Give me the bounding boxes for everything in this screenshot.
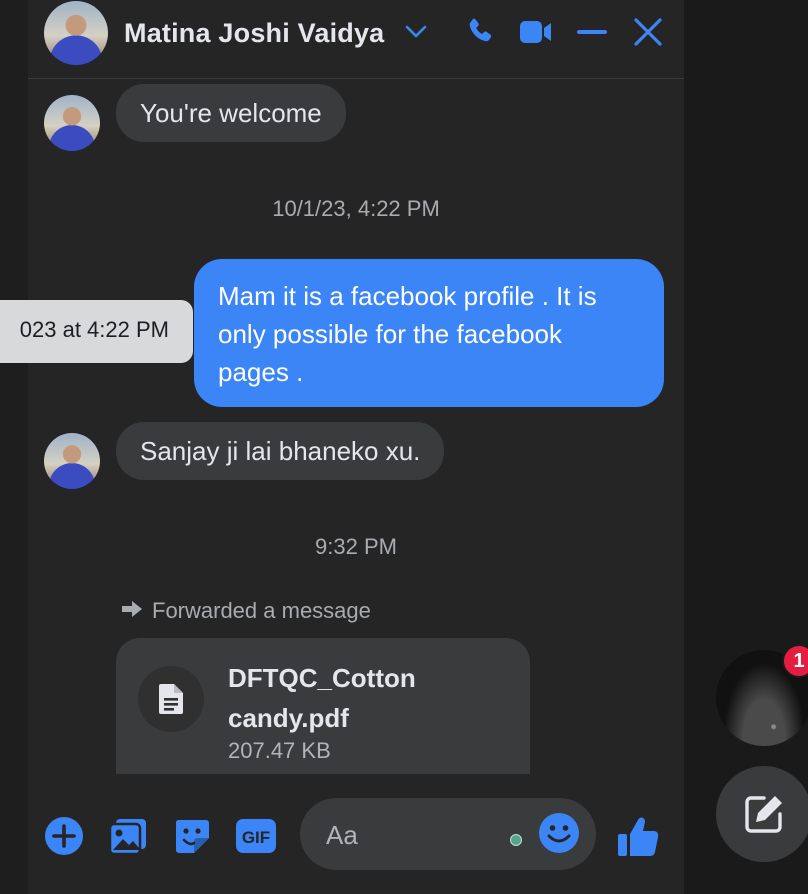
close-icon[interactable] [630, 14, 666, 50]
background-left [0, 0, 28, 894]
file-size: 207.47 KB [228, 738, 331, 763]
compose-icon [745, 796, 782, 833]
message-input-box[interactable] [300, 798, 596, 870]
unread-badge: 1 [782, 644, 808, 678]
chat-header: Matina Joshi Vaidya [28, 0, 684, 79]
forwarded-label: Forwarded a message [120, 598, 371, 624]
contact-avatar[interactable] [44, 1, 108, 65]
svg-text:GIF: GIF [242, 828, 270, 847]
emoji-icon[interactable] [538, 812, 580, 854]
plus-icon[interactable] [42, 814, 86, 858]
timestamp-tooltip: 023 at 4:22 PM [0, 300, 193, 363]
forwarded-text: Forwarded a message [152, 598, 371, 623]
message-composer: GIF [28, 774, 684, 894]
outgoing-message[interactable]: Mam it is a facebook profile . It is onl… [194, 259, 664, 407]
video-icon[interactable] [518, 14, 554, 50]
chevron-down-icon[interactable] [398, 14, 434, 50]
contact-name[interactable]: Matina Joshi Vaidya [124, 18, 384, 49]
chat-window: Matina Joshi Vaidya You're welcome 10/1/… [28, 0, 684, 894]
timestamp: 9:32 PM [315, 534, 397, 559]
phone-icon[interactable] [462, 14, 498, 50]
incoming-message[interactable]: Sanjay ji lai bhaneko xu. [116, 422, 445, 480]
incoming-message[interactable]: You're welcome [116, 84, 346, 142]
photo-icon[interactable] [106, 814, 150, 858]
forward-arrow-icon [120, 598, 144, 624]
compose-button[interactable] [716, 766, 808, 862]
thumbs-up-icon[interactable] [616, 814, 660, 858]
minimize-icon[interactable] [574, 14, 610, 50]
sticker-icon[interactable] [170, 814, 214, 858]
message-avatar [44, 95, 100, 151]
message-avatar [44, 433, 100, 489]
timestamp: 10/1/23, 4:22 PM [272, 196, 440, 221]
message-input[interactable] [324, 812, 498, 858]
background-right [684, 0, 808, 894]
gif-icon[interactable]: GIF [234, 814, 278, 858]
file-icon [138, 666, 204, 732]
file-name[interactable]: DFTQC_Cotton candy.pdf [228, 658, 518, 738]
status-dot [510, 834, 522, 846]
file-attachment[interactable]: DFTQC_Cotton candy.pdf 207.47 KB [116, 638, 530, 774]
